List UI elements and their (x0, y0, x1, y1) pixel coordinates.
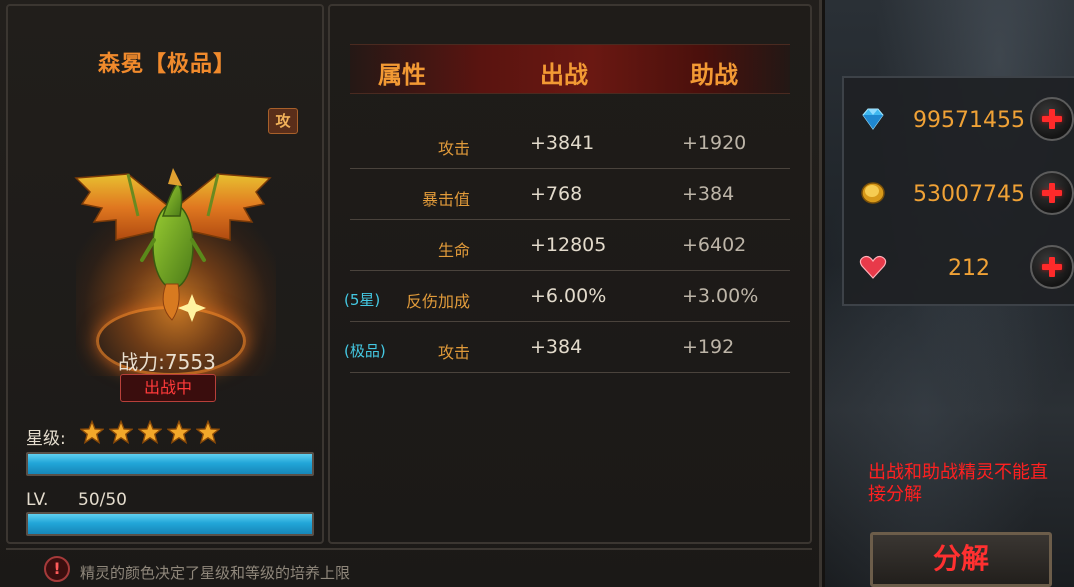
attribute-name: 反伤加成 (405, 292, 470, 311)
add-gold-button[interactable] (1030, 171, 1074, 215)
dragon-spirit-model[interactable] (68, 156, 278, 326)
attribute-name: 暴击值 (421, 190, 470, 209)
spirit-info-panel: 森冕【极品】 攻 战力:7553 出战中 星级: LV. 50/50 (6, 4, 324, 544)
star-icon (109, 420, 133, 444)
currency-row-diamond: 99571455 (844, 92, 1074, 152)
assist-value: +192 (682, 336, 735, 358)
heart-amount: 212 (948, 256, 990, 281)
star-icon (196, 420, 220, 444)
assist-value: +1920 (682, 132, 747, 154)
star-progress-bar (26, 452, 314, 476)
star-icon (167, 420, 191, 444)
combat-power: 战力:7553 (118, 350, 216, 374)
heart-icon (859, 255, 887, 279)
diamond-icon (862, 108, 884, 130)
diamond-amount: 99571455 (913, 108, 1025, 133)
level-value: 50/50 (78, 490, 127, 510)
attribute-table-header: 属性 出战 助战 (350, 44, 790, 94)
assist-value: +3.00% (682, 285, 759, 307)
deploy-value: +6.00% (530, 285, 607, 307)
attribute-tag: (5星) (344, 291, 381, 309)
attribute-tag: (极品) (344, 342, 386, 360)
currency-row-gold: 53007745 (844, 166, 1074, 226)
row-divider (350, 372, 790, 373)
assist-value: +6402 (682, 234, 747, 256)
deploy-value: +768 (530, 183, 583, 205)
decompose-button[interactable]: 分解 (870, 532, 1052, 587)
star-icon (138, 420, 162, 444)
star-icon (80, 420, 104, 444)
decompose-warning: 出战和助战精灵不能直接分解 (868, 462, 1048, 505)
assist-value: +384 (682, 183, 735, 205)
level-progress-fill (28, 514, 312, 534)
add-heart-button[interactable] (1030, 245, 1074, 289)
level-label: LV. (26, 490, 49, 510)
attribute-row: 生命 +12805 +6402 (330, 220, 814, 270)
add-diamond-button[interactable] (1030, 97, 1074, 141)
deployed-status-badge: 出战中 (120, 374, 216, 402)
attribute-row: (5星) 反伤加成 +6.00% +3.00% (330, 271, 814, 321)
header-assist: 助战 (690, 61, 738, 89)
deploy-value: +12805 (530, 234, 607, 256)
star-rating (80, 420, 220, 444)
attribute-row: 攻击 +3841 +1920 (330, 118, 814, 168)
gold-amount: 53007745 (913, 182, 1025, 207)
header-deploy: 出战 (540, 61, 588, 89)
attack-type-badge: 攻 (268, 108, 298, 134)
attribute-row: 暴击值 +768 +384 (330, 169, 814, 219)
gold-coin-icon (861, 182, 885, 204)
star-progress-fill (28, 454, 312, 474)
header-attribute: 属性 (378, 61, 426, 89)
attribute-name: 攻击 (437, 139, 470, 158)
attribute-name: 攻击 (437, 343, 470, 362)
star-level-label: 星级: (26, 429, 66, 449)
attribute-name: 生命 (437, 241, 470, 260)
deploy-value: +3841 (530, 132, 595, 154)
spirit-name: 森冕【极品】 (97, 52, 236, 77)
spirit-detail-window: 森冕【极品】 攻 战力:7553 出战中 星级: LV. 50/50 属性 出战… (0, 0, 822, 587)
currency-panel: 99571455 53007745 212 (842, 76, 1074, 306)
attribute-panel: 属性 出战 助战 攻击 +3841 +1920 暴击值 +768 +384 生命 +12805… (328, 4, 812, 544)
deploy-value: +384 (530, 336, 583, 358)
tip-text: 精灵的颜色决定了星级和等级的培养上限 (80, 564, 351, 582)
exclamation-icon: ! (44, 556, 70, 582)
level-progress-bar (26, 512, 314, 536)
tip-bar: ! 精灵的颜色决定了星级和等级的培养上限 (6, 548, 812, 584)
attribute-row: (极品) 攻击 +384 +192 (330, 322, 814, 372)
currency-row-heart: 212 (844, 240, 1074, 300)
